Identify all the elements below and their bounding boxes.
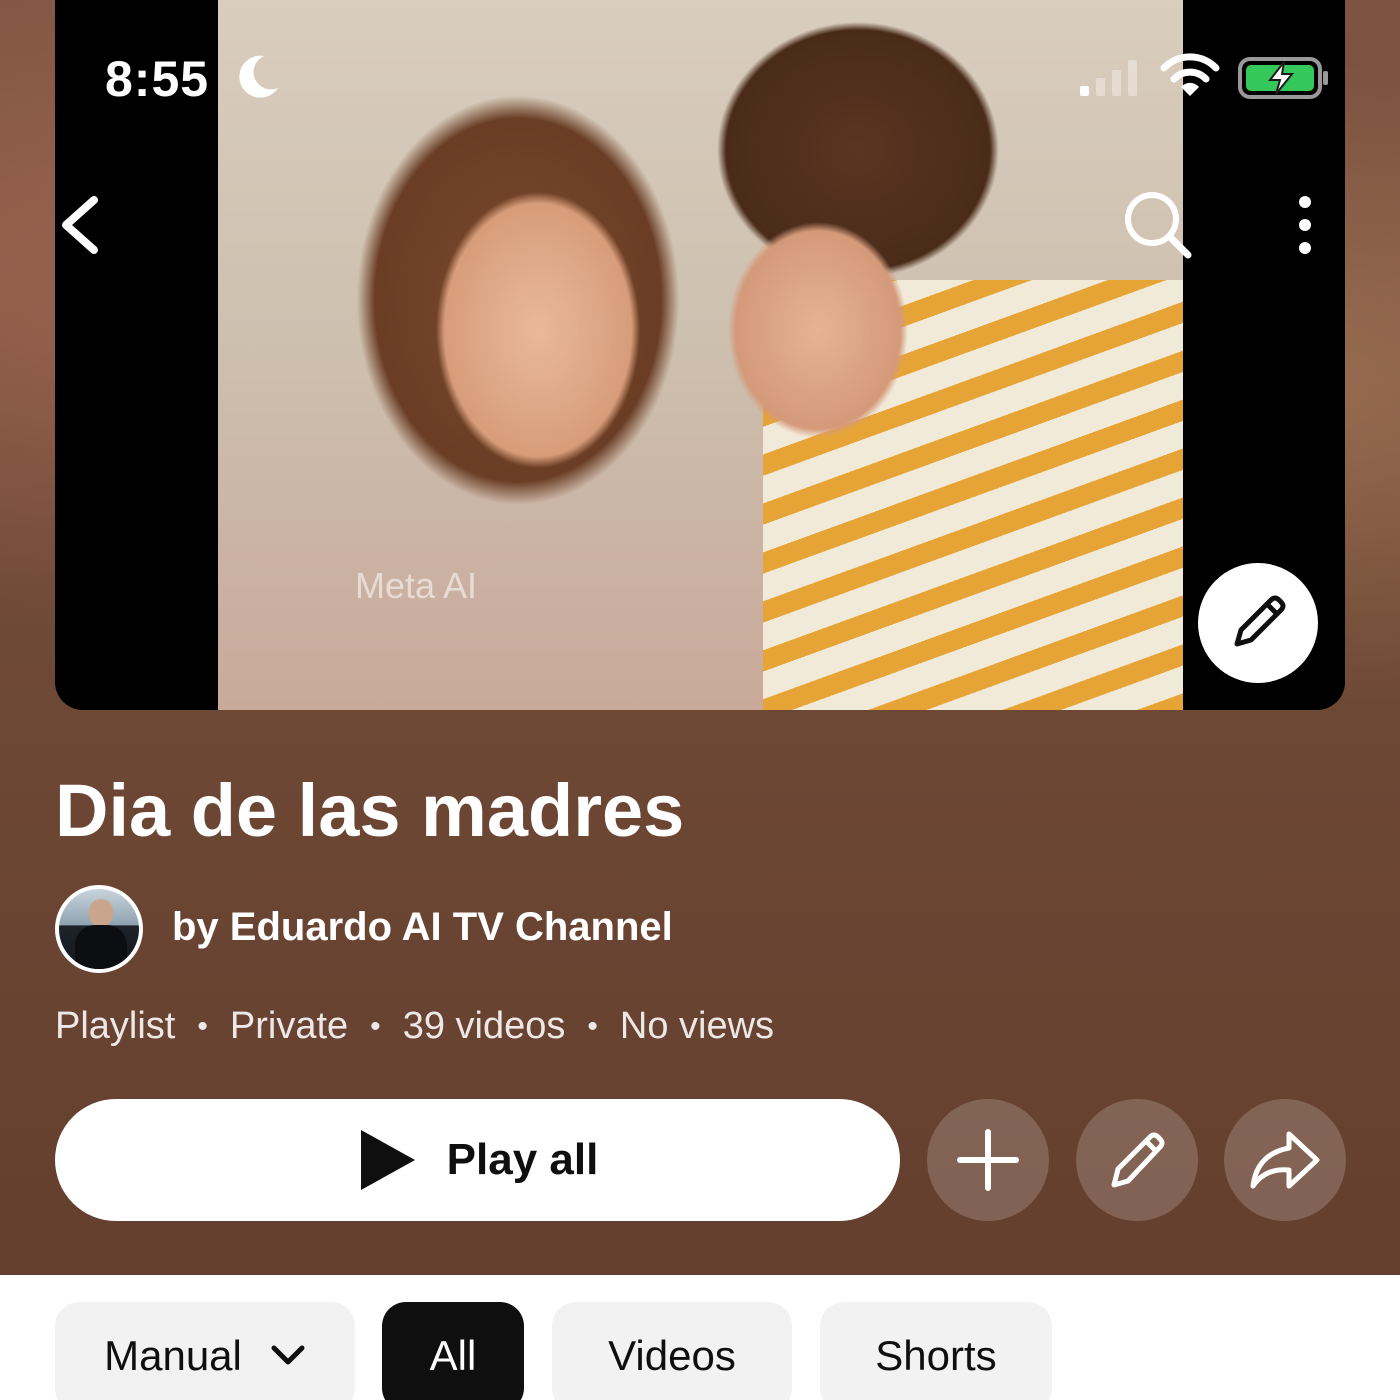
meta-separator: • (197, 1009, 208, 1043)
moon-icon (239, 55, 278, 98)
status-time: 8:55 (105, 51, 210, 107)
add-icon (957, 1129, 1019, 1191)
pencil-icon (1111, 1132, 1165, 1188)
share-button[interactable] (1224, 1099, 1346, 1221)
filter-chip-all[interactable]: All (382, 1302, 524, 1400)
search-icon (1125, 192, 1192, 259)
playlist-views: No views (619, 1005, 775, 1047)
playlist-title: Dia de las madres (55, 769, 685, 852)
filter-chip-shorts[interactable]: Shorts (820, 1302, 1052, 1400)
edit-playlist-button[interactable] (1076, 1099, 1198, 1221)
share-icon (1250, 1131, 1320, 1189)
more-options-button[interactable] (1280, 190, 1330, 260)
play-all-label: Play all (446, 1135, 599, 1184)
sort-label: Manual (104, 1332, 242, 1379)
pencil-icon (1234, 595, 1286, 647)
back-icon (62, 196, 98, 254)
playlist-meta: Playlist • Private • 39 videos • No view… (55, 1005, 774, 1048)
thumbnail-watermark: Meta AI (355, 565, 478, 606)
cellular-signal-icon (1080, 60, 1137, 96)
search-button[interactable] (1118, 185, 1198, 265)
meta-separator: • (370, 1009, 381, 1043)
battery-charging-icon (1238, 57, 1328, 99)
filter-chip-videos[interactable]: Videos (552, 1302, 792, 1400)
channel-name-link[interactable]: by Eduardo AI TV Channel (172, 905, 673, 950)
back-button[interactable] (50, 190, 110, 260)
sort-dropdown[interactable]: Manual (55, 1302, 355, 1400)
add-to-playlist-button[interactable] (927, 1099, 1049, 1221)
meta-separator: • (587, 1009, 598, 1043)
chevron-down-icon (271, 1345, 305, 1365)
channel-avatar[interactable] (55, 885, 143, 973)
play-all-button[interactable]: Play all (55, 1099, 900, 1221)
playlist-type: Playlist (55, 1005, 176, 1047)
play-icon (360, 1130, 415, 1190)
wifi-icon (1160, 53, 1220, 96)
playlist-video-count: 39 videos (402, 1005, 566, 1047)
more-vertical-icon (1299, 196, 1311, 254)
playlist-visibility: Private (229, 1005, 349, 1047)
edit-thumbnail-button[interactable] (1198, 563, 1318, 683)
playlist-thumbnail[interactable]: Meta AI (55, 0, 1345, 710)
